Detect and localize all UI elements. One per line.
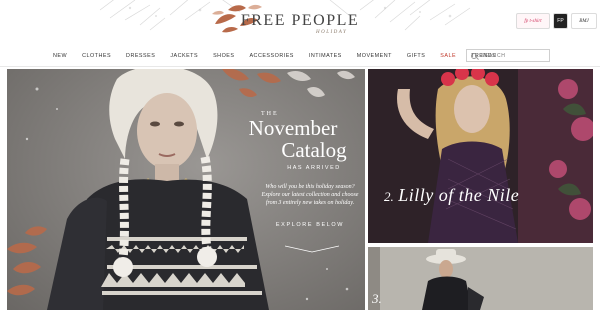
hero-subtitle: HAS ARRIVED (287, 165, 341, 171)
nav-item-gifts[interactable]: Gifts (407, 53, 425, 59)
page: FREE PEOPLE Holiday fp t-shirt FP BMJ Ne… (0, 0, 600, 310)
search-input[interactable] (481, 52, 541, 59)
search-icon (471, 52, 477, 59)
nav-item-accessories[interactable]: Accessories (249, 53, 293, 59)
lilly-of-the-nile-panel[interactable]: 2. Lilly of the Nile (368, 69, 593, 243)
search-box[interactable] (466, 49, 550, 62)
nav-item-intimates[interactable]: Intimates (309, 53, 342, 59)
brand-logo[interactable]: FREE PEOPLE (0, 12, 600, 30)
hero-title-line2: Catalog (281, 138, 347, 162)
nav-item-movement[interactable]: Movement (357, 53, 392, 59)
hero-text-block: THE November Catalog HAS ARRIVED Who wil… (239, 111, 359, 228)
nav-item-clothes[interactable]: Clothes (82, 53, 111, 59)
explore-below-link[interactable]: EXPLORE BELOW (239, 222, 359, 228)
panel2-label: 2. Lilly of the Nile (384, 185, 519, 206)
hero-banner[interactable]: THE November Catalog HAS ARRIVED Who wil… (7, 69, 365, 310)
panel2-title: Lilly of the Nile (398, 185, 520, 205)
chevron-down-icon[interactable] (285, 245, 339, 253)
panel2-photo (368, 69, 593, 243)
nav-divider (0, 66, 600, 67)
nav-item-jackets[interactable]: Jackets (170, 53, 198, 59)
nav-item-sale[interactable]: Sale (440, 53, 456, 59)
hero-body-text: Who will you be this holiday season? Exp… (261, 184, 359, 206)
panel3-photo (368, 247, 593, 310)
brand-logo-subtitle: Holiday (316, 30, 348, 35)
fp-tshirt-promo-button[interactable]: fp t-shirt (516, 13, 550, 29)
panel-3[interactable]: 3. (368, 247, 593, 310)
nav-item-new[interactable]: New (53, 53, 67, 59)
fp-badge-button[interactable]: FP (553, 13, 568, 29)
panel3-number: 3. (372, 291, 382, 306)
header: FREE PEOPLE Holiday fp t-shirt FP BMJ (0, 0, 600, 46)
nav-item-dresses[interactable]: Dresses (126, 53, 155, 59)
bmj-promo-button[interactable]: BMJ (571, 13, 597, 29)
panel2-number: 2. (384, 189, 394, 204)
hero-title-line1: November (248, 116, 338, 140)
nav-item-shoes[interactable]: Shoes (213, 53, 234, 59)
